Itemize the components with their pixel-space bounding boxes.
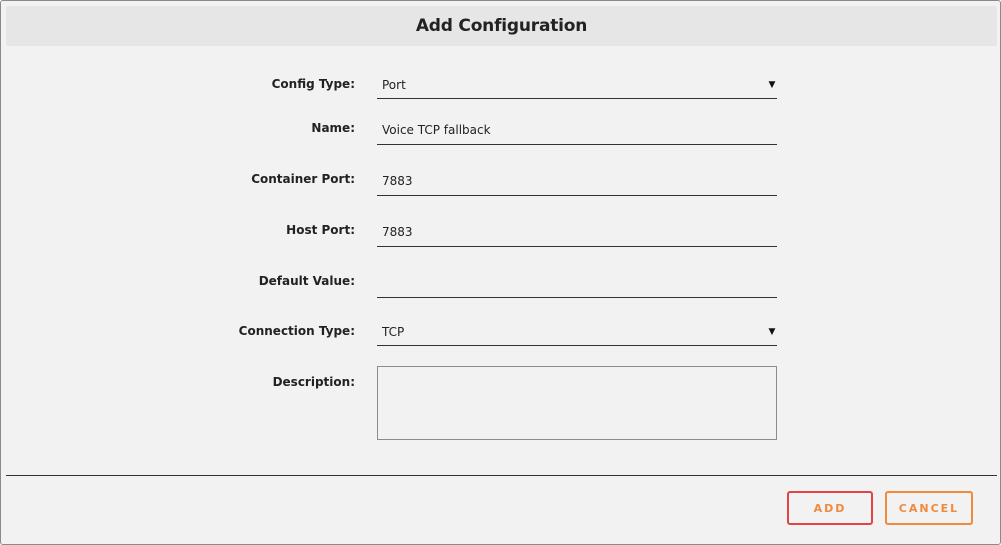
connection-type-select[interactable]: TCP ▼ <box>377 318 777 346</box>
description-textarea[interactable] <box>377 366 777 440</box>
host-port-field[interactable]: 7883 <box>377 217 777 247</box>
name-field[interactable]: Voice TCP fallback <box>377 115 777 145</box>
chevron-down-icon: ▼ <box>768 79 776 90</box>
dialog-header: Add Configuration <box>6 6 997 46</box>
name-value: Voice TCP fallback <box>382 122 491 137</box>
config-type-select[interactable]: Port ▼ <box>377 71 777 99</box>
description-label: Description: <box>272 375 355 389</box>
container-port-label: Container Port: <box>251 172 355 186</box>
container-port-field[interactable]: 7883 <box>377 166 777 196</box>
footer-divider <box>6 475 997 476</box>
host-port-value: 7883 <box>382 224 413 239</box>
connection-type-value: TCP <box>382 324 405 339</box>
add-button[interactable]: ADD <box>787 491 873 525</box>
default-value-field[interactable] <box>377 268 777 298</box>
cancel-button[interactable]: CANCEL <box>885 491 973 525</box>
container-port-value: 7883 <box>382 173 413 188</box>
default-value-label: Default Value: <box>258 274 355 288</box>
add-configuration-dialog: Add Configuration Config Type: Port ▼ Na… <box>0 0 1001 545</box>
connection-type-label: Connection Type: <box>238 324 355 338</box>
dialog-title: Add Configuration <box>415 16 588 36</box>
config-type-label: Config Type: <box>271 77 355 91</box>
host-port-label: Host Port: <box>286 223 355 237</box>
config-type-value: Port <box>382 77 406 92</box>
name-label: Name: <box>311 121 355 135</box>
chevron-down-icon: ▼ <box>768 326 776 337</box>
